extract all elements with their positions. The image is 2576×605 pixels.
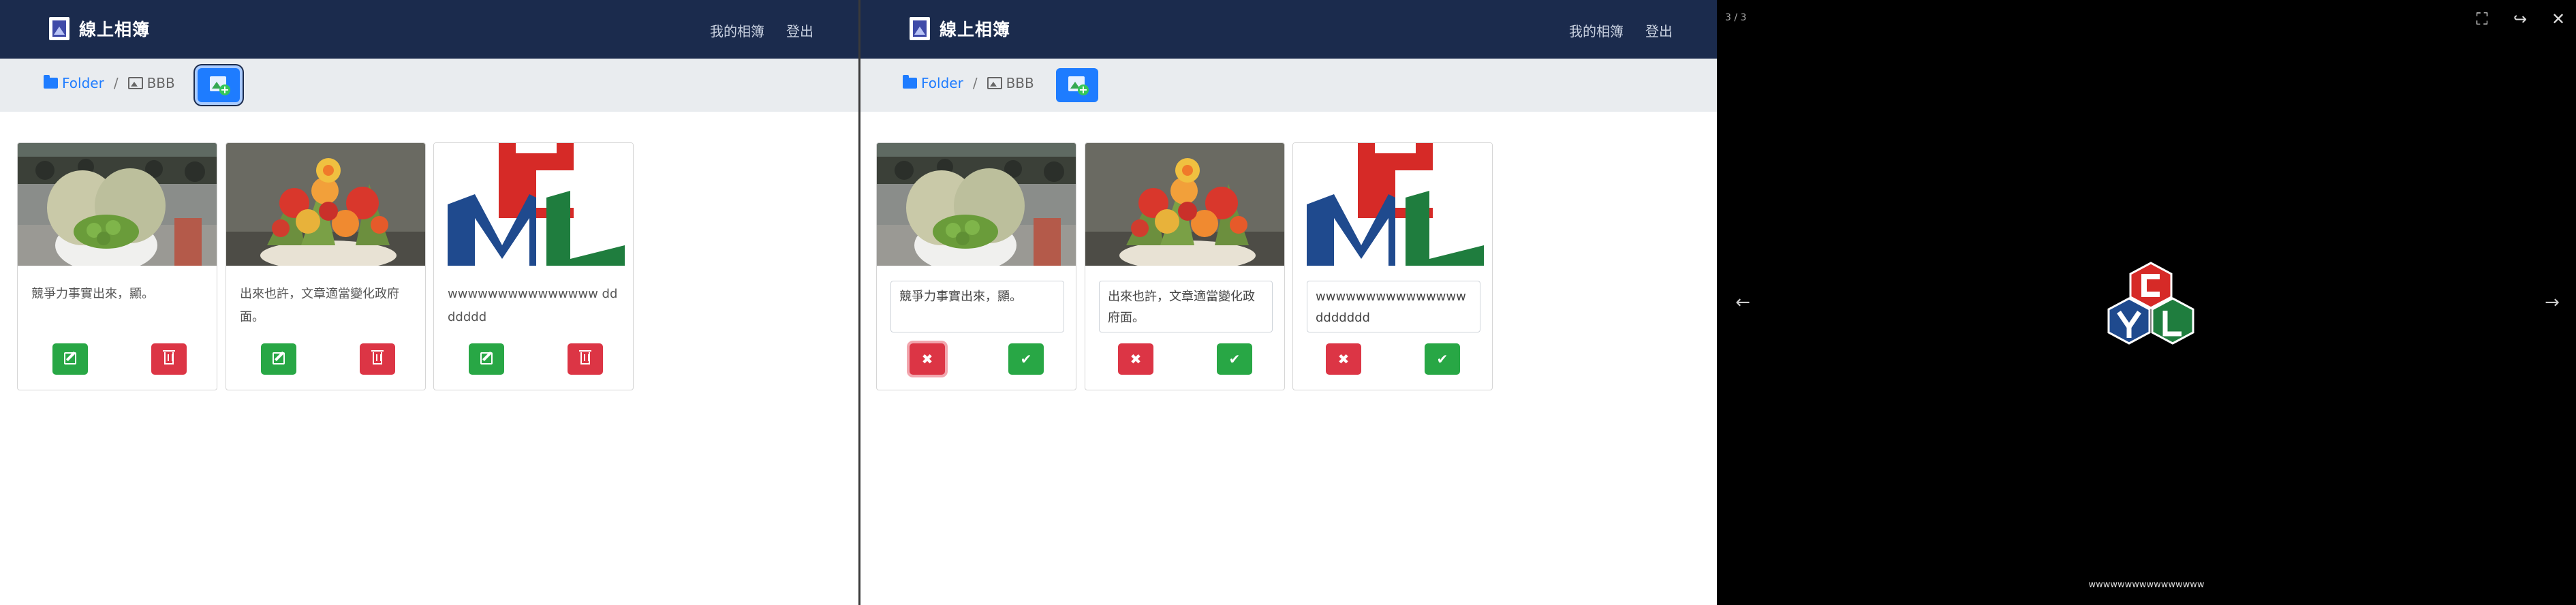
next-arrow-icon[interactable]: → — [2541, 291, 2564, 314]
caption-textarea[interactable]: 出來也許，文章適當變化政府面。 — [1099, 281, 1273, 332]
check-icon: ✔ — [1436, 351, 1448, 367]
photo-fruit-bowl[interactable] — [1085, 143, 1284, 266]
nav-my-albums[interactable]: 我的相簿 — [1569, 20, 1624, 40]
confirm-button[interactable]: ✔ — [1425, 343, 1460, 375]
photo-caption: 競爭力事實出來，顯。 — [31, 287, 154, 301]
album-panel-edit: 線上相簿 我的相簿 登出 Folder / BBB + 競爭力事實出來，顯。 ✖… — [860, 0, 1717, 605]
cancel-button[interactable]: ✖ — [910, 343, 945, 375]
album-panel-view: 線上相簿 我的相簿 登出 Folder / BBB + 競爭力事實出來，顯。 出… — [0, 0, 858, 605]
caption-textarea[interactable]: 競爭力事實出來，顯。 — [890, 281, 1064, 332]
breadcrumb-current: BBB — [127, 75, 175, 91]
viewer-caption: wwwwwwwwwwwwwwww — [2088, 580, 2205, 590]
caption-textarea[interactable]: wwwwwwwwwwwwwww ddddddd — [1307, 281, 1480, 332]
photo-card: 出來也許，文章適當變化政府面。 — [226, 142, 426, 390]
photo-melon[interactable] — [18, 143, 217, 266]
breadcrumb-folder-link[interactable]: Folder — [44, 75, 104, 91]
photo-caption: 出來也許，文章適當變化政府面。 — [240, 287, 399, 324]
photo-melon[interactable] — [877, 143, 1076, 266]
photo-card: wwwwwwwwwwwwwww ddddddd — [433, 142, 634, 390]
plus-icon: + — [1078, 83, 1089, 96]
edit-button[interactable] — [469, 343, 504, 375]
edit-button[interactable] — [261, 343, 296, 375]
album-logo-icon — [49, 17, 69, 40]
breadcrumb-folder-label: Folder — [921, 75, 963, 91]
navbar: 線上相簿 我的相簿 登出 — [860, 0, 1717, 59]
breadcrumb: Folder / BBB — [903, 75, 1034, 91]
photo-cyl-logo[interactable] — [434, 143, 633, 266]
image-icon — [987, 77, 1002, 89]
cancel-icon: ✖ — [1337, 351, 1350, 367]
photo-cyl-logo[interactable] — [1293, 143, 1492, 266]
nav-logout[interactable]: 登出 — [1645, 20, 1673, 40]
breadcrumb-current-label: BBB — [146, 75, 175, 91]
image-icon — [127, 77, 143, 89]
navbar: 線上相簿 我的相簿 登出 — [0, 0, 858, 59]
breadcrumb-current-label: BBB — [1006, 75, 1034, 91]
delete-button[interactable] — [568, 343, 603, 375]
brand[interactable]: 線上相簿 — [910, 16, 1010, 41]
delete-button[interactable] — [360, 343, 395, 375]
viewer-image — [2107, 262, 2195, 345]
check-icon: ✔ — [1228, 351, 1241, 367]
fullscreen-icon[interactable]: ⛶ — [2471, 8, 2493, 30]
brand-title: 線上相簿 — [940, 20, 1011, 40]
album-logo-icon — [910, 17, 930, 40]
photo-card: 競爭力事實出來，顯。 — [17, 142, 217, 390]
edit-button[interactable] — [52, 343, 88, 375]
breadcrumb-current: BBB — [987, 75, 1034, 91]
add-photo-button[interactable]: + — [1056, 68, 1098, 102]
trash-icon — [163, 350, 175, 364]
edit-icon — [480, 352, 493, 364]
edit-icon — [273, 352, 285, 364]
breadcrumb-folder-label: Folder — [62, 75, 104, 91]
confirm-button[interactable]: ✔ — [1008, 343, 1044, 375]
cancel-icon: ✖ — [921, 351, 933, 367]
edit-icon — [64, 352, 76, 364]
trash-icon — [579, 350, 591, 364]
photo-caption: wwwwwwwwwwwwwww ddddddd — [448, 287, 618, 324]
photo-card: wwwwwwwwwwwwwww ddddddd ✖ ✔ — [1292, 142, 1493, 390]
lightbox-viewer: 3 / 3 ⛶ ↪ ✕ ← → wwwwwwwwwwwwwwww — [1717, 0, 2576, 605]
check-icon: ✔ — [1020, 351, 1032, 367]
confirm-button[interactable]: ✔ — [1217, 343, 1252, 375]
photo-card: 競爭力事實出來，顯。 ✖ ✔ — [876, 142, 1076, 390]
nav-my-albums[interactable]: 我的相簿 — [710, 20, 764, 40]
breadcrumb-bar: Folder / BBB + — [0, 59, 858, 112]
breadcrumb: Folder / BBB — [44, 75, 175, 91]
cancel-icon: ✖ — [1130, 351, 1142, 367]
photo-card: 出來也許，文章適當變化政府面。 ✖ ✔ — [1085, 142, 1285, 390]
delete-button[interactable] — [151, 343, 187, 375]
breadcrumb-separator: / — [113, 75, 119, 91]
brand-title: 線上相簿 — [79, 20, 151, 40]
breadcrumb-folder-link[interactable]: Folder — [903, 75, 963, 91]
photo-fruit-bowl[interactable] — [226, 143, 425, 266]
folder-icon — [44, 75, 58, 89]
cancel-button[interactable]: ✖ — [1326, 343, 1361, 375]
trash-icon — [371, 350, 384, 364]
brand[interactable]: 線上相簿 — [49, 16, 150, 41]
share-icon[interactable]: ↪ — [2509, 8, 2531, 30]
add-photo-button[interactable]: + — [198, 68, 240, 102]
nav-logout[interactable]: 登出 — [786, 20, 813, 40]
prev-arrow-icon[interactable]: ← — [1731, 291, 1754, 314]
close-icon[interactable]: ✕ — [2547, 8, 2569, 30]
folder-icon — [903, 75, 917, 89]
breadcrumb-separator: / — [972, 75, 978, 91]
breadcrumb-bar: Folder / BBB + — [860, 59, 1717, 112]
image-counter: 3 / 3 — [1725, 12, 1747, 23]
cancel-button[interactable]: ✖ — [1118, 343, 1153, 375]
plus-icon: + — [219, 83, 230, 96]
